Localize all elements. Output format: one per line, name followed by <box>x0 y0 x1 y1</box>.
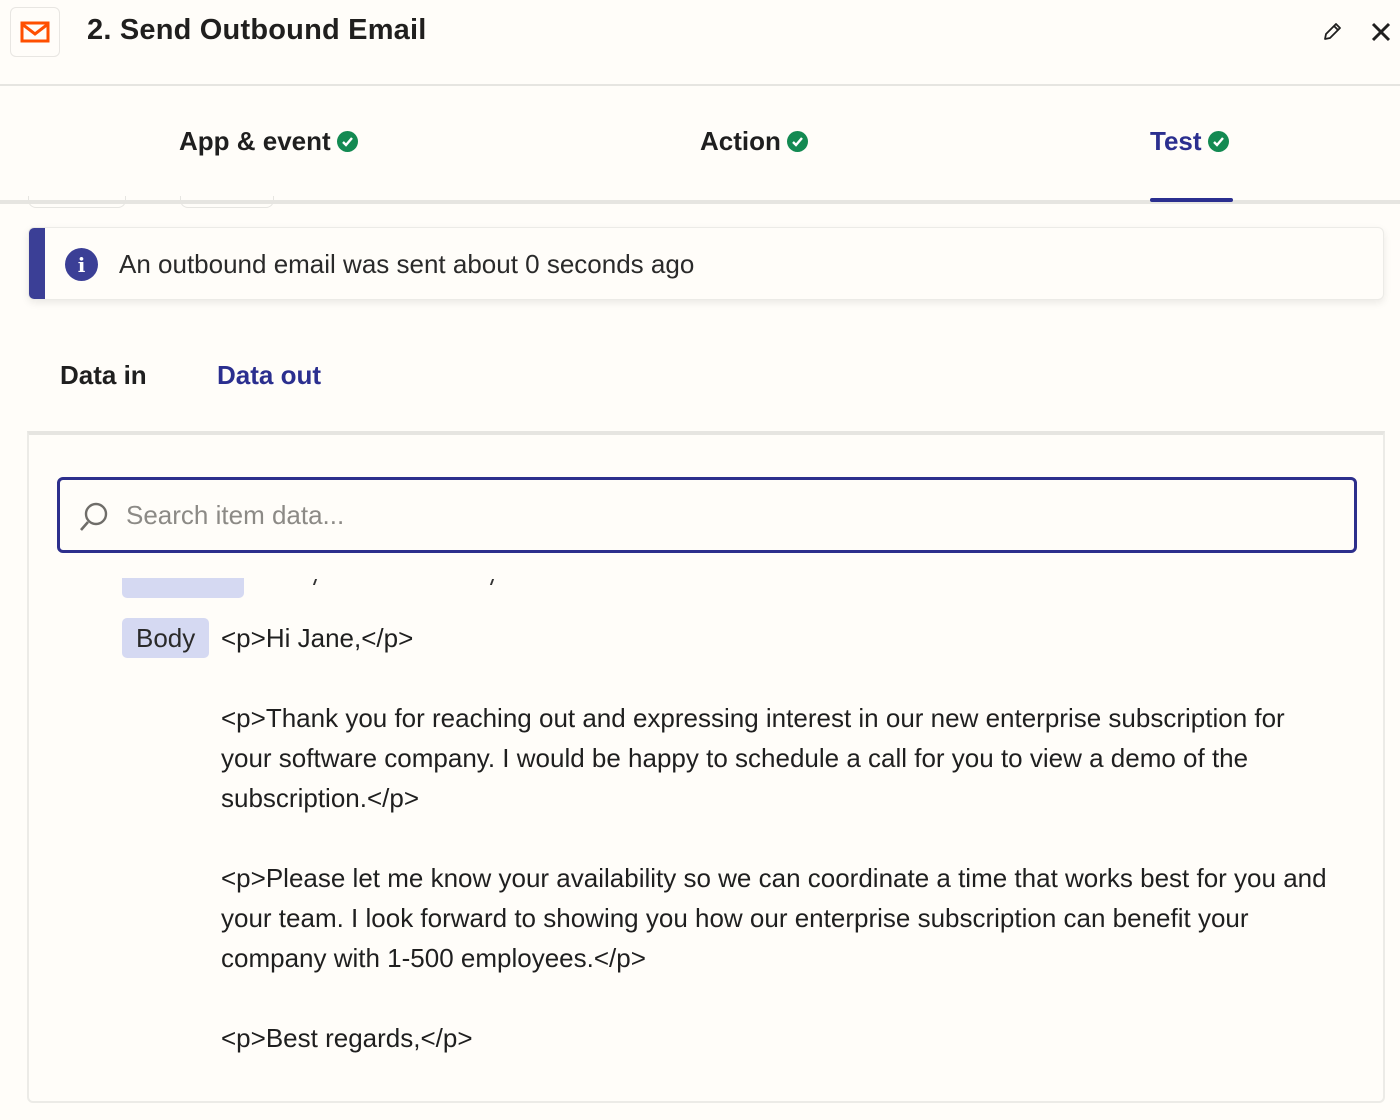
step-header: 2. Send Outbound Email <box>0 0 1400 86</box>
info-icon: i <box>65 248 98 281</box>
app-icon <box>10 7 60 57</box>
field-value-body: <p>Hi Jane,</p> <p>Thank you for reachin… <box>221 618 1341 1098</box>
body-paragraph: <p>Best regards,</p> <box>221 1023 473 1053</box>
alert-message: An outbound email was sent about 0 secon… <box>119 249 695 279</box>
hidden-content-edge <box>28 196 126 208</box>
search-icon <box>80 502 108 531</box>
partial-text <box>489 579 495 585</box>
email-envelope-icon <box>20 21 50 43</box>
info-alert: i An outbound email was sent about 0 sec… <box>28 227 1384 300</box>
field-label-body: Body <box>122 618 210 658</box>
active-tab-indicator <box>1150 198 1233 202</box>
pencil-icon <box>1324 23 1341 40</box>
search-box[interactable] <box>57 477 1357 553</box>
tab-label: Test <box>1150 126 1202 156</box>
close-button[interactable] <box>1363 14 1399 50</box>
body-paragraph: <p>Thank you for reaching out and expres… <box>221 703 1285 813</box>
field-label-partial <box>122 578 244 598</box>
edit-button[interactable] <box>1314 14 1350 50</box>
tab-label: Action <box>700 126 781 156</box>
tab-app-event[interactable]: App & event <box>179 126 358 157</box>
check-circle-icon <box>1207 131 1229 152</box>
hidden-content-edge <box>180 196 274 208</box>
close-icon <box>1371 22 1391 42</box>
data-out-panel: Body <p>Hi Jane,</p> <p>Thank you for re… <box>27 431 1385 1103</box>
tab-test[interactable]: Test <box>1150 126 1229 157</box>
tab-label: App & event <box>179 126 331 156</box>
search-input[interactable] <box>126 494 1326 536</box>
tab-data-out[interactable]: Data out <box>217 360 321 391</box>
step-tabs: App & event Action Test <box>0 88 1400 204</box>
tab-data-in[interactable]: Data in <box>60 360 147 391</box>
partial-text <box>312 579 318 585</box>
check-circle-icon <box>786 131 808 152</box>
body-paragraph: <p>Hi Jane,</p> <box>221 623 414 653</box>
alert-accent-bar <box>29 228 45 299</box>
tab-action[interactable]: Action <box>700 126 808 157</box>
body-paragraph: <p>Please let me know your availability … <box>221 863 1327 973</box>
check-circle-icon <box>336 131 358 152</box>
page-title: 2. Send Outbound Email <box>87 14 427 46</box>
